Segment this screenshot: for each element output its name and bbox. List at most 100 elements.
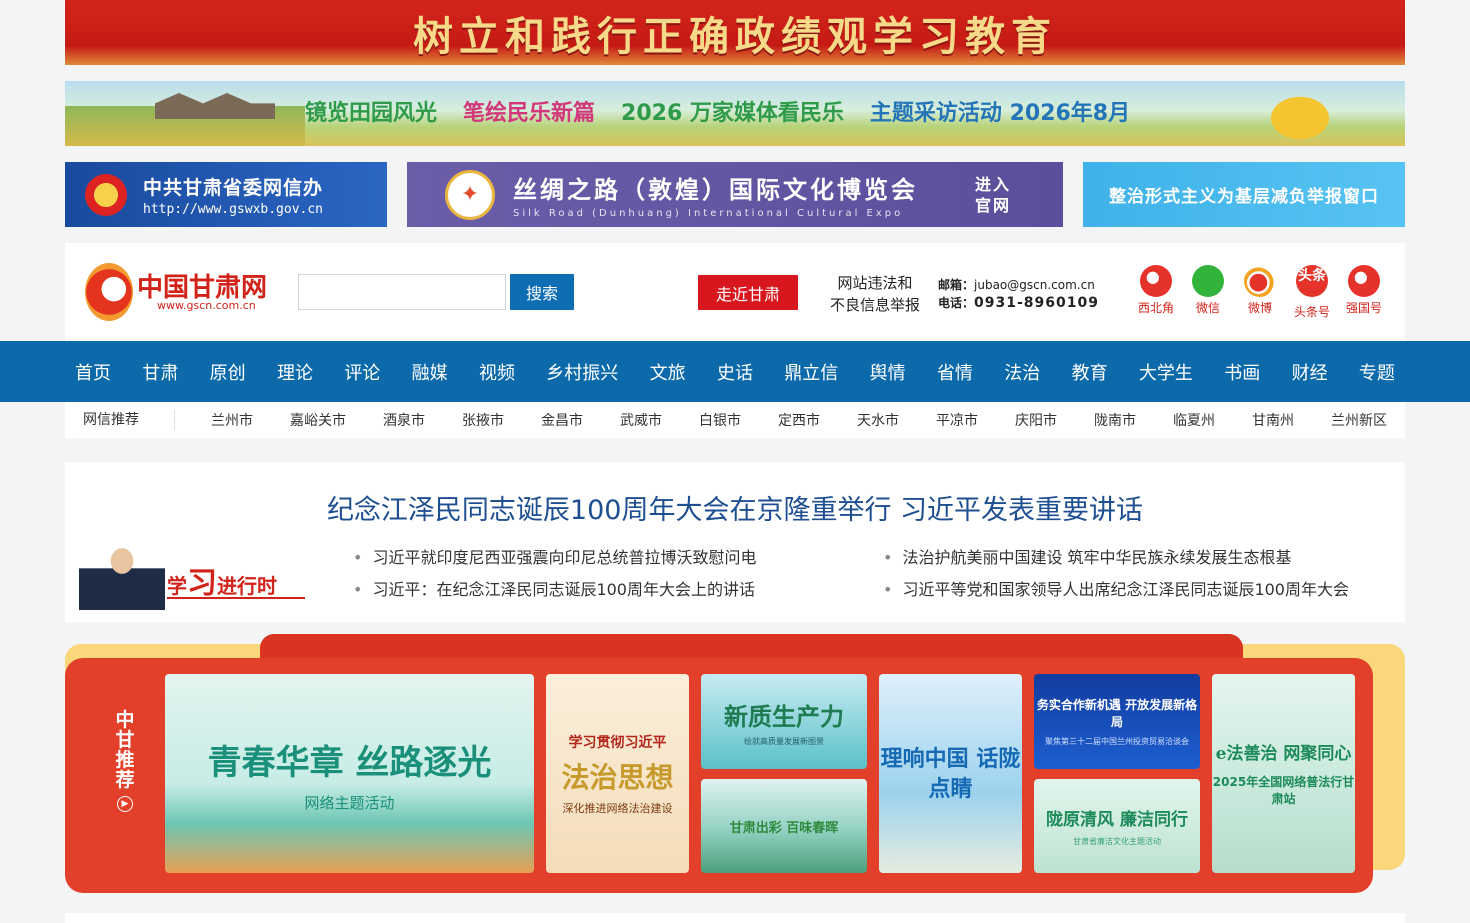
city-link[interactable]: 定西市	[778, 410, 820, 430]
nav-item-original[interactable]: 原创	[210, 359, 246, 385]
city-link[interactable]: 白银市	[699, 410, 741, 430]
city-link[interactable]: 临夏州	[1173, 410, 1215, 430]
email-label: 邮箱：	[938, 278, 975, 292]
social-label: 微博	[1247, 301, 1272, 315]
silk-road-expo-banner[interactable]: ✦ 丝绸之路（敦煌）国际文化博览会 Silk Road (Dunhuang) I…	[407, 162, 1063, 227]
nav-item-gansu[interactable]: 甘肃	[142, 359, 178, 385]
xi-jinxingshi-logo[interactable]: 学习进行时	[167, 558, 277, 602]
expo-enter-link[interactable]: 进入官网	[975, 174, 1015, 216]
top-banner[interactable]: 树立和践行正确政绩观学习教育	[65, 0, 1405, 65]
zoujin-gansu-button[interactable]: 走近甘肃	[698, 275, 798, 310]
city-link[interactable]: 兰州市	[211, 410, 253, 430]
social-wechat[interactable]: 微信	[1190, 265, 1226, 320]
gswxb-url: http://www.gswxb.gov.cn	[143, 201, 324, 217]
city-link[interactable]: 庆阳市	[1015, 410, 1057, 430]
top-banner-text: 树立和践行正确政绩观学习教育	[413, 12, 1057, 60]
card-title: 青春华章 丝路逐光	[207, 742, 492, 783]
promo-card-clean-governance[interactable]: 陇原清风 廉洁同行 甘肃省廉洁文化主题活动	[1034, 779, 1200, 873]
city-nav: 网信推荐 兰州市 嘉峪关市 酒泉市 张掖市 金昌市 武威市 白银市 定西市 天水…	[65, 402, 1405, 438]
promo-card-law-popularization[interactable]: e法善治 网聚同心 2025年全国网络普法行甘肃站	[1212, 674, 1355, 873]
leader-photo[interactable]	[79, 540, 165, 610]
card-title: 务实合作新机遇 开放发展新格局	[1036, 698, 1198, 729]
city-link[interactable]: 武威市	[620, 410, 662, 430]
promo-card-youth-silk-road[interactable]: 青春华章 丝路逐光 网络主题活动	[165, 674, 534, 873]
nav-item-province[interactable]: 省情	[937, 359, 973, 385]
report-line-1: 网站违法和	[837, 274, 913, 292]
promo-card-lixiang-china[interactable]: 理响中国 话陇点睛	[879, 674, 1022, 873]
city-link[interactable]: 嘉峪关市	[290, 410, 346, 430]
social-qiangguo[interactable]: 强国号	[1346, 265, 1382, 320]
site-logo-icon[interactable]	[85, 263, 133, 321]
city-nav-label: 网信推荐	[65, 410, 175, 430]
nav-item-dinglixin[interactable]: 鼎立信	[784, 359, 838, 385]
nav-item-special[interactable]: 专题	[1359, 359, 1395, 385]
social-weibo[interactable]: 微博	[1242, 265, 1278, 320]
event-banner[interactable]: 镜览田园风光 笔绘民乐新篇 2026 万家媒体看民乐 主题采访活动 2026年8…	[65, 81, 1405, 146]
xi-title-underline	[167, 597, 305, 599]
promo-card-new-productivity[interactable]: 新质生产力 绘就高质量发展新图景	[701, 674, 867, 769]
nav-item-video[interactable]: 视频	[479, 359, 515, 385]
main-nav: 首页 甘肃 原创 理论 评论 融媒 视频 乡村振兴 文旅 史话 鼎立信 舆情 省…	[0, 341, 1470, 402]
headline-title[interactable]: 纪念江泽民同志诞辰100周年大会在京隆重举行 习近平发表重要讲话	[65, 488, 1405, 527]
city-link[interactable]: 陇南市	[1094, 410, 1136, 430]
city-link[interactable]: 兰州新区	[1331, 410, 1387, 430]
search-button[interactable]: 搜索	[510, 274, 574, 310]
news-link[interactable]: 习近平就印度尼西亚强震向印尼总统普拉博沃致慰问电	[353, 542, 756, 574]
nav-item-law[interactable]: 法治	[1004, 359, 1040, 385]
card-subtitle: 2025年全国网络普法行甘肃站	[1212, 775, 1355, 806]
site-header: 中国甘肃网 www.gscn.com.cn 搜索 走近甘肃 网站违法和 不良信息…	[65, 243, 1405, 341]
headline-section: 纪念江泽民同志诞辰100周年大会在京隆重举行 习近平发表重要讲话 学习进行时 习…	[65, 462, 1405, 622]
news-link[interactable]: 习近平：在纪念江泽民同志诞辰100周年大会上的讲话	[353, 574, 756, 606]
city-link[interactable]: 金昌市	[541, 410, 583, 430]
card-subtitle: 深化推进网络法治建设	[562, 801, 673, 815]
toutiao-icon: 头条	[1296, 265, 1328, 297]
report-window-banner[interactable]: 整治形式主义为基层减负举报窗口	[1083, 162, 1405, 227]
social-toutiao[interactable]: 头条 头条号	[1294, 265, 1330, 320]
nav-item-finance[interactable]: 财经	[1292, 359, 1328, 385]
gswxb-banner[interactable]: 中共甘肃省委网信办 http://www.gswxb.gov.cn	[65, 162, 387, 227]
card-title: 法治思想	[561, 760, 674, 794]
nav-item-rural[interactable]: 乡村振兴	[546, 359, 618, 385]
card-subtitle: 绘就高质量发展新图景	[744, 736, 824, 746]
city-link[interactable]: 张掖市	[462, 410, 504, 430]
event-banner-text-4: 主题采访活动 2026年8月	[869, 101, 1131, 126]
promo-card-rule-of-law[interactable]: 学习贯彻习近平 法治思想 深化推进网络法治建设	[546, 674, 689, 873]
news-link[interactable]: 习近平等党和国家领导人出席纪念江泽民同志诞辰100周年大会	[883, 574, 1349, 606]
search-input[interactable]	[298, 274, 506, 310]
card-subtitle: 网络主题活动	[304, 793, 395, 812]
nav-item-opinion[interactable]: 舆情	[870, 359, 906, 385]
event-banner-text-3: 2026 万家媒体看民乐	[621, 101, 844, 126]
social-label: 西北角	[1138, 301, 1175, 315]
news-link[interactable]: 法治护航美丽中国建设 筑牢中华民族永续发展生态根基	[883, 542, 1349, 574]
nav-item-home[interactable]: 首页	[75, 359, 111, 385]
event-banner-text-1: 镜览田园风光	[305, 101, 438, 126]
city-link[interactable]: 天水市	[857, 410, 899, 430]
promo-card-gansu-landscape[interactable]: 甘肃出彩 百味春晖	[701, 779, 867, 873]
illegal-info-report-link[interactable]: 网站违法和 不良信息举报	[830, 272, 920, 316]
weibo-icon	[1244, 265, 1276, 297]
recommend-label[interactable]: 中甘推荐 ▶	[115, 710, 135, 812]
nav-item-history[interactable]: 史话	[717, 359, 753, 385]
nav-item-calligraphy[interactable]: 书画	[1224, 359, 1260, 385]
promo-card-trade-fair[interactable]: 务实合作新机遇 开放发展新格局 聚焦第三十二届中国兰州投资贸易洽谈会	[1034, 674, 1200, 769]
card-line-1: 学习贯彻习近平	[568, 734, 667, 751]
recommend-section: 中甘推荐 ▶ 青春华章 丝路逐光 网络主题活动 学习贯彻习近平 法治思想 深化推…	[65, 634, 1405, 894]
social-label: 强国号	[1346, 301, 1383, 315]
nav-item-theory[interactable]: 理论	[277, 359, 313, 385]
nav-item-media[interactable]: 融媒	[412, 359, 448, 385]
event-banner-text-2: 笔绘民乐新篇	[463, 101, 596, 126]
banner-hat-image	[1255, 85, 1345, 140]
report-line-2: 不良信息举报	[830, 296, 921, 314]
nav-item-education[interactable]: 教育	[1072, 359, 1108, 385]
city-link[interactable]: 平凉市	[936, 410, 978, 430]
city-link[interactable]: 甘南州	[1252, 410, 1294, 430]
nav-item-comment[interactable]: 评论	[344, 359, 380, 385]
banner-house-image	[155, 93, 275, 119]
nav-item-college[interactable]: 大学生	[1139, 359, 1193, 385]
site-logo-url: www.gscn.com.cn	[157, 299, 256, 312]
social-xibeijiao[interactable]: 西北角	[1138, 265, 1174, 320]
nav-item-culture-tourism[interactable]: 文旅	[650, 359, 686, 385]
recommend-label-text: 中甘推荐	[115, 709, 135, 791]
city-link[interactable]: 酒泉市	[383, 410, 425, 430]
news-list-left: 习近平就印度尼西亚强震向印尼总统普拉博沃致慰问电 习近平：在纪念江泽民同志诞辰1…	[353, 542, 756, 606]
